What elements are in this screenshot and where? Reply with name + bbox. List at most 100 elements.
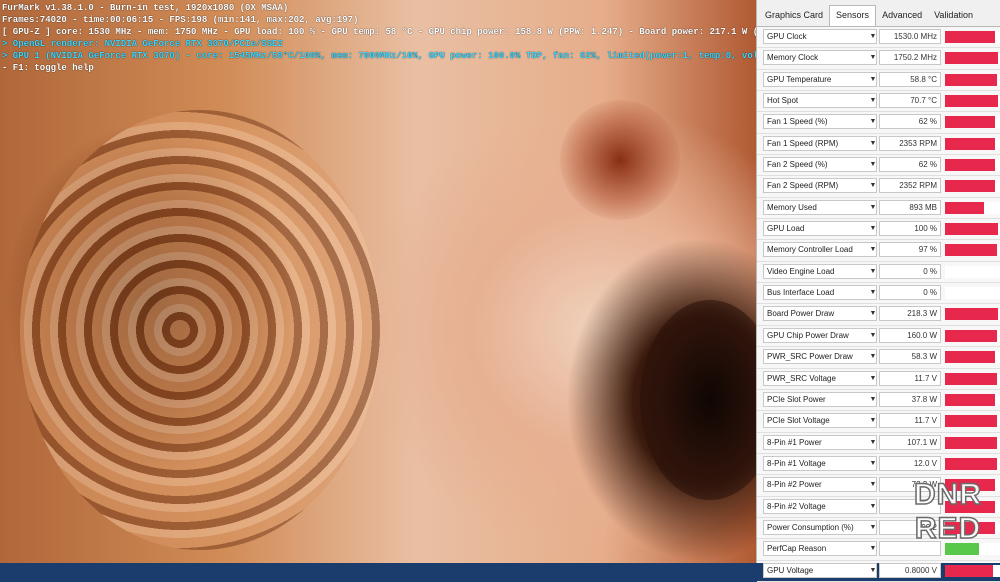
chevron-down-icon[interactable]: ▼ (869, 137, 877, 150)
sensor-value: 0 % (879, 263, 941, 279)
sensor-label[interactable]: Hot Spot (763, 93, 877, 109)
sensor-graph (945, 180, 1000, 193)
sensor-graph (945, 372, 1000, 385)
sensor-label[interactable]: Fan 2 Speed (RPM) (763, 178, 877, 194)
chevron-down-icon[interactable]: ▼ (869, 521, 877, 534)
watermark-line-1: DNR (913, 477, 982, 512)
chevron-down-icon[interactable]: ▼ (869, 30, 877, 43)
furmark-tunnel-graphic (20, 110, 380, 550)
chevron-down-icon[interactable]: ▼ (869, 329, 877, 342)
tab-validation[interactable]: Validation (928, 10, 979, 26)
chevron-down-icon[interactable]: ▼ (869, 222, 877, 235)
sensor-graph (945, 415, 1000, 428)
sensor-label[interactable]: GPU Voltage (763, 562, 877, 578)
watermark-line-2: RED (914, 511, 982, 546)
sensor-graph-fill (945, 244, 998, 257)
sensor-graph (945, 244, 1000, 257)
sensor-label[interactable]: Fan 1 Speed (RPM) (763, 135, 877, 151)
sensor-graph-fill (945, 52, 999, 65)
sensor-label[interactable]: Memory Used (763, 199, 877, 215)
chevron-down-icon[interactable]: ▼ (869, 350, 877, 363)
sensor-label[interactable]: GPU Clock (763, 29, 877, 44)
chevron-down-icon[interactable]: ▼ (869, 436, 877, 449)
sensor-label[interactable]: PWR_SRC Power Draw (763, 349, 877, 365)
chevron-down-icon[interactable]: ▼ (869, 94, 877, 107)
tab-advanced[interactable]: Advanced (876, 10, 928, 26)
sensor-row: Board Power Draw ▼ 218.3 W (757, 304, 1000, 326)
furmark-render-window: FurMark v1.38.1.0 - Burn-in test, 1920x1… (0, 0, 756, 563)
sensor-label[interactable]: GPU Load (763, 221, 877, 237)
sensor-row: PCIe Slot Power ▼ 37.8 W (757, 390, 1000, 412)
sensor-label[interactable]: 8-Pin #1 Voltage (763, 455, 877, 471)
sensor-graph-fill (945, 31, 996, 43)
sensor-value: 97 % (879, 242, 941, 258)
sensor-row: Video Engine Load ▼ 0 % (757, 262, 1000, 284)
sensor-graph (945, 308, 1000, 321)
sensor-label[interactable]: PCIe Slot Power (763, 391, 877, 407)
sensor-label[interactable]: Power Consumption (%) (763, 519, 877, 535)
sensor-graph-fill (945, 393, 996, 406)
sensor-graph (945, 457, 1000, 470)
sensor-label[interactable]: Video Engine Load (763, 263, 877, 279)
chevron-down-icon[interactable]: ▼ (869, 414, 877, 427)
chevron-down-icon[interactable]: ▼ (869, 201, 877, 214)
sensor-label[interactable]: Memory Controller Load (763, 242, 877, 258)
chevron-down-icon[interactable]: ▼ (869, 286, 877, 299)
sensor-label[interactable]: Fan 2 Speed (%) (763, 157, 877, 173)
tab-sensors[interactable]: Sensors (829, 5, 877, 26)
sensor-graph-fill (945, 564, 993, 577)
sensor-graph (945, 116, 1000, 129)
sensor-label[interactable]: 8-Pin #1 Power (763, 434, 877, 450)
sensor-label[interactable]: GPU Temperature (763, 71, 877, 87)
chevron-down-icon[interactable]: ▼ (869, 179, 877, 192)
sensor-value: 1750.2 MHz (879, 50, 941, 66)
sensor-value: 58.8 °C (879, 71, 941, 87)
sensor-label[interactable]: PerfCap Reason (763, 541, 877, 557)
sensor-graph (945, 329, 1000, 342)
sensor-row: PWR_SRC Power Draw ▼ 58.3 W (757, 347, 1000, 369)
chevron-down-icon[interactable]: ▼ (869, 478, 877, 491)
chevron-down-icon[interactable]: ▼ (869, 372, 877, 385)
sensor-graph (945, 351, 1000, 364)
sensor-label[interactable]: Bus Interface Load (763, 285, 877, 301)
chevron-down-icon[interactable]: ▼ (869, 457, 877, 470)
sensor-value: 0.8000 V (879, 562, 941, 578)
sensor-graph (945, 287, 1000, 300)
sensor-row: PWR_SRC Voltage ▼ 11.7 V (757, 369, 1000, 390)
sensor-row: Bus Interface Load ▼ 0 % (757, 283, 1000, 305)
sensor-graph (945, 393, 1000, 406)
chevron-down-icon[interactable]: ▼ (869, 542, 877, 555)
sensor-label[interactable]: Fan 1 Speed (%) (763, 114, 877, 130)
watermark-logo: DNR RED (904, 477, 992, 548)
sensor-label[interactable]: 8-Pin #2 Power (763, 477, 877, 493)
sensor-value: 1530.0 MHz (879, 29, 941, 44)
chevron-down-icon[interactable]: ▼ (869, 51, 877, 64)
sensor-label[interactable]: PWR_SRC Voltage (763, 370, 877, 386)
chevron-down-icon[interactable]: ▼ (869, 265, 877, 278)
sensor-label[interactable]: 8-Pin #2 Voltage (763, 498, 877, 514)
sensor-value: 11.7 V (879, 413, 941, 429)
sensor-graph-fill (945, 351, 996, 364)
sensor-label[interactable]: GPU Chip Power Draw (763, 327, 877, 343)
chevron-down-icon[interactable]: ▼ (869, 158, 877, 171)
chevron-down-icon[interactable]: ▼ (869, 500, 877, 513)
hud-gpuz-stats: [ GPU-Z ] core: 1530 MHz - mem: 1750 MHz… (2, 27, 756, 37)
chevron-down-icon[interactable]: ▼ (869, 73, 877, 86)
sensor-label[interactable]: Memory Clock (763, 50, 877, 66)
sensor-value: 218.3 W (879, 306, 941, 322)
chevron-down-icon[interactable]: ▼ (869, 393, 877, 406)
chevron-down-icon[interactable]: ▼ (869, 564, 877, 577)
sensor-graph-fill (945, 457, 997, 470)
sensor-graph-fill (945, 137, 996, 150)
tab-graphics-card[interactable]: Graphics Card (759, 10, 829, 26)
sensor-row: Fan 2 Speed (RPM) ▼ 2352 RPM (757, 176, 1000, 198)
sensor-value: 58.3 W (879, 349, 941, 365)
sensor-graph (945, 201, 1000, 214)
chevron-down-icon[interactable]: ▼ (869, 243, 877, 256)
chevron-down-icon[interactable]: ▼ (869, 307, 877, 320)
sensor-row: GPU Load ▼ 100 % (757, 219, 1000, 241)
sensor-label[interactable]: PCIe Slot Voltage (763, 413, 877, 429)
hud-gpu1-stats: > GPU 1 (NVIDIA GeForce RTX 3070) - core… (2, 51, 756, 61)
chevron-down-icon[interactable]: ▼ (869, 115, 877, 128)
sensor-label[interactable]: Board Power Draw (763, 306, 877, 322)
